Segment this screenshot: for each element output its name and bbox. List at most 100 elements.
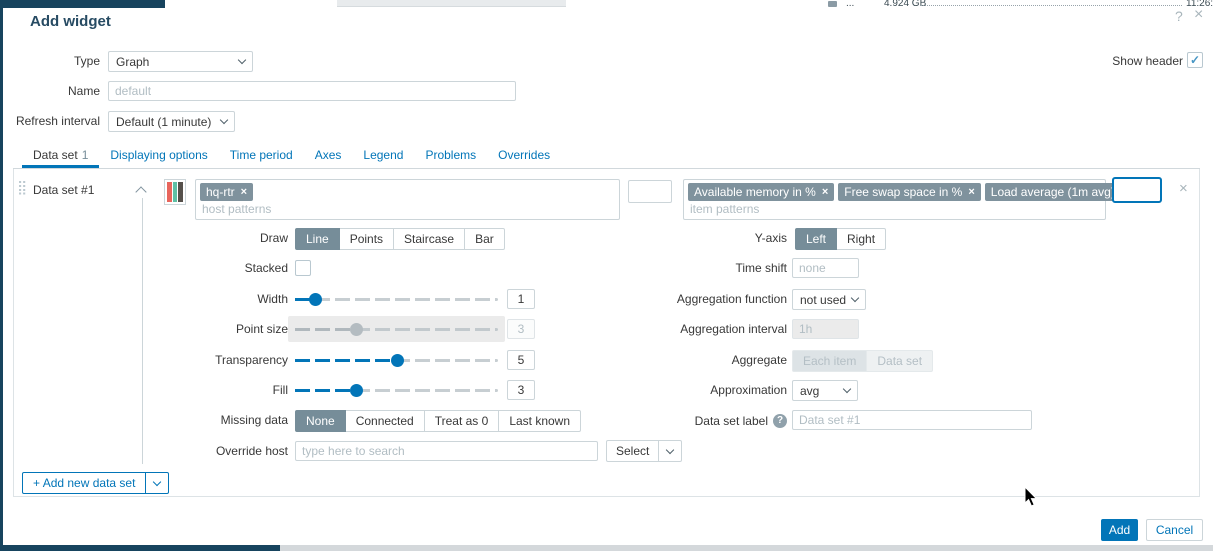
draw-segmented: Line Points Staircase Bar: [295, 228, 505, 250]
remove-data-set-icon[interactable]: ×: [1179, 182, 1188, 196]
chip-remove-icon[interactable]: ×: [241, 187, 247, 198]
host-patterns-input[interactable]: hq-rtr × host patterns: [195, 179, 620, 220]
item-pattern-chip[interactable]: Load average (1m avg)×: [985, 183, 1134, 201]
item-pattern-chip[interactable]: Free swap space in %×: [838, 183, 981, 201]
chip-remove-icon[interactable]: ×: [968, 187, 974, 198]
fill-slider-thumb[interactable]: [350, 384, 363, 397]
missing-data-option-none[interactable]: None: [295, 410, 346, 432]
item-select-button[interactable]: [1112, 177, 1162, 203]
swatch-color-2: [173, 182, 178, 202]
aggregation-interval-input: 1h: [792, 319, 859, 339]
draw-option-points[interactable]: Points: [340, 228, 394, 250]
point-size-value: 3: [507, 319, 535, 339]
swatch-color-1: [167, 182, 172, 202]
chip-label: Load average (1m avg): [991, 185, 1115, 199]
refresh-interval-select[interactable]: Default (1 minute): [108, 111, 235, 132]
transparency-slider-thumb[interactable]: [391, 354, 404, 367]
time-shift-label: Time shift: [600, 258, 787, 279]
backdrop-widget-fragment: [337, 0, 566, 7]
drag-handle-icon[interactable]: ⣿: [17, 180, 28, 194]
add-new-data-set-button[interactable]: + Add new data set: [23, 473, 145, 493]
fill-value[interactable]: 3: [507, 380, 535, 400]
tab-label: Legend: [363, 148, 403, 162]
override-host-input[interactable]: [295, 441, 598, 461]
add-button[interactable]: Add: [1101, 519, 1138, 541]
tab-data-set[interactable]: Data set1: [22, 142, 99, 168]
item-pattern-chip[interactable]: Available memory in %×: [688, 183, 834, 201]
tab-time-period[interactable]: Time period: [219, 142, 304, 168]
close-icon[interactable]: ×: [1194, 8, 1203, 22]
transparency-value[interactable]: 5: [507, 350, 535, 370]
tab-axes[interactable]: Axes: [304, 142, 353, 168]
override-host-dropdown-button[interactable]: [658, 441, 681, 461]
accordion-line: [142, 198, 143, 464]
tab-label: Data set: [33, 148, 78, 162]
add-new-data-set-label: Add new data set: [43, 476, 136, 490]
host-select-button[interactable]: [628, 180, 672, 203]
fill-slider[interactable]: [295, 389, 498, 392]
show-header-label: Show header: [1060, 53, 1183, 69]
chevron-down-icon: [666, 445, 674, 453]
slider-fill: [295, 328, 356, 331]
backdrop-top-strip: ... 4.924 GB 11:26:2: [0, 0, 1213, 8]
refresh-interval-value: Default (1 minute): [116, 115, 211, 129]
cancel-button[interactable]: Cancel: [1146, 519, 1203, 541]
approximation-select[interactable]: avg: [792, 380, 858, 401]
type-select[interactable]: Graph: [108, 51, 253, 72]
aggregation-function-value: not used: [800, 293, 846, 307]
tab-label: Overrides: [498, 148, 550, 162]
tab-displaying-options[interactable]: Displaying options: [99, 142, 218, 168]
approximation-value: avg: [800, 384, 819, 398]
host-pattern-chip[interactable]: hq-rtr ×: [200, 183, 253, 201]
slider-fill: [295, 389, 356, 392]
width-slider[interactable]: [295, 298, 498, 301]
draw-option-bar[interactable]: Bar: [465, 228, 505, 250]
fill-label: Fill: [150, 380, 288, 401]
tab-label: Displaying options: [110, 148, 207, 162]
yaxis-option-left[interactable]: Left: [795, 228, 837, 250]
chip-remove-icon[interactable]: ×: [822, 187, 828, 198]
tab-legend[interactable]: Legend: [352, 142, 414, 168]
backdrop-bottom-light: [280, 545, 1213, 551]
transparency-label: Transparency: [150, 350, 288, 371]
name-label: Name: [0, 81, 100, 102]
help-icon[interactable]: ?: [1175, 9, 1183, 23]
host-patterns-placeholder: host patterns: [200, 201, 615, 218]
tab-overrides[interactable]: Overrides: [487, 142, 561, 168]
backdrop-dotted-leader: [920, 3, 1182, 6]
color-palette-swatch[interactable]: [164, 179, 186, 205]
swatch-color-3: [178, 182, 183, 202]
missing-data-option-connected[interactable]: Connected: [346, 410, 425, 432]
aggregation-function-label: Aggregation function: [600, 289, 787, 310]
aggregate-label: Aggregate: [600, 350, 787, 371]
draw-option-staircase[interactable]: Staircase: [394, 228, 465, 250]
backdrop-sidebar-fragment: [0, 0, 165, 8]
check-icon: ✓: [1190, 53, 1200, 67]
stacked-label: Stacked: [150, 258, 288, 279]
data-set-label-input[interactable]: [792, 410, 1032, 430]
time-shift-input[interactable]: [792, 258, 859, 278]
yaxis-option-right[interactable]: Right: [837, 228, 886, 250]
item-patterns-placeholder: item patterns: [688, 201, 1101, 218]
help-circle-icon[interactable]: ?: [773, 414, 787, 428]
width-value[interactable]: 1: [507, 289, 535, 309]
add-new-data-set-dropdown[interactable]: [145, 473, 168, 493]
aggregation-function-select[interactable]: not used: [792, 289, 866, 310]
type-label: Type: [0, 51, 100, 72]
stacked-checkbox[interactable]: [295, 260, 311, 276]
yaxis-label: Y-axis: [600, 228, 787, 249]
item-patterns-input[interactable]: Available memory in %× Free swap space i…: [683, 179, 1106, 220]
aggregate-segmented: Each item Data set: [792, 350, 933, 372]
name-input[interactable]: [108, 81, 516, 101]
override-host-select-button[interactable]: Select: [607, 441, 658, 461]
transparency-slider[interactable]: [295, 359, 498, 362]
show-header-checkbox[interactable]: ✓: [1187, 52, 1203, 68]
draw-option-line[interactable]: Line: [295, 228, 340, 250]
tab-problems[interactable]: Problems: [414, 142, 487, 168]
add-new-data-set-split: + Add new data set: [22, 472, 169, 494]
chip-label: hq-rtr: [206, 185, 235, 199]
missing-data-option-treat-as-0[interactable]: Treat as 0: [425, 410, 500, 432]
aggregate-option-data-set: Data set: [867, 350, 933, 372]
backdrop-bottom-dark: [0, 545, 280, 551]
backdrop-icon-fragment: [828, 1, 837, 7]
